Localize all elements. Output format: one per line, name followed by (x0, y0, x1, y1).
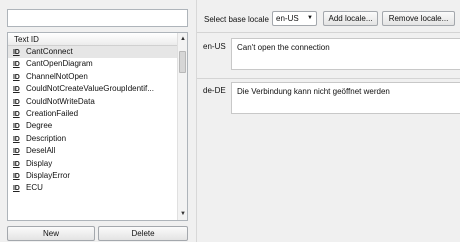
remove-locale-button[interactable]: Remove locale... (382, 11, 455, 26)
locale-code-de-de: de-DE (203, 86, 226, 95)
list-item-label: CreationFailed (26, 108, 79, 118)
list-item[interactable]: ID CouldNotCreateValueGroupIdentif... (8, 83, 178, 95)
list-item[interactable]: ID Degree (8, 120, 178, 132)
list-item-label: CouldNotWriteData (26, 96, 95, 106)
list-scrollbar[interactable]: ▲ ▼ (177, 33, 187, 220)
id-icon: ID (13, 49, 20, 56)
list-item-label: Display (26, 158, 53, 168)
list-item[interactable]: ID DeselAll (8, 145, 178, 157)
list-item-label: DeselAll (26, 146, 56, 156)
list-item-label: CantOpenDiagram (26, 59, 93, 69)
list-item-label: Degree (26, 121, 53, 131)
search-input[interactable] (7, 9, 188, 27)
list-item[interactable]: ID CantConnect (8, 46, 178, 59)
id-icon: ID (13, 86, 20, 94)
id-icon: ID (13, 110, 20, 118)
add-locale-button[interactable]: Add locale... (323, 11, 378, 26)
list-item-label: Description (26, 133, 67, 143)
list-item[interactable]: ID Description (8, 133, 178, 145)
text-id-list[interactable]: Text ID ID CantConnect ID CantOpenDiagram ID… (7, 32, 188, 221)
scroll-down-icon[interactable]: ▼ (178, 209, 187, 219)
new-button[interactable]: New (7, 226, 95, 241)
list-item-label: ChannelNotOpen (26, 71, 88, 81)
id-icon: ID (13, 73, 20, 81)
id-icon: ID (13, 61, 20, 69)
scroll-up-icon[interactable]: ▲ (178, 34, 187, 44)
base-locale-label: Select base locale (204, 15, 269, 24)
list-item[interactable]: ID CouldNotWriteData (8, 96, 178, 108)
base-locale-value: en-US (276, 14, 299, 23)
list-item-label: CouldNotCreateValueGroupIdentif... (26, 84, 154, 94)
id-icon: ID (13, 98, 20, 106)
id-icon: ID (13, 135, 20, 143)
list-item[interactable]: ID CantOpenDiagram (8, 58, 178, 70)
list-item[interactable]: ID DisplayError (8, 170, 178, 182)
base-locale-select[interactable]: en-US ▼ (272, 11, 317, 26)
id-icon: ID (13, 185, 20, 193)
locale-separator (197, 78, 460, 79)
toolbar-separator (197, 32, 460, 33)
list-item[interactable]: ID ECU (8, 182, 178, 194)
list-item-label: CantConnect (26, 47, 73, 56)
id-icon: ID (13, 123, 20, 131)
translation-field-de-de[interactable]: Die Verbindung kann nicht geöffnet werde… (231, 82, 460, 114)
list-item[interactable]: ID CreationFailed (8, 108, 178, 120)
id-icon: ID (13, 148, 20, 156)
list-item[interactable]: ID ChannelNotOpen (8, 71, 178, 83)
list-item-label: ECU (26, 183, 43, 193)
scroll-thumb[interactable] (179, 51, 186, 73)
id-icon: ID (13, 160, 20, 168)
translations-panel: Select base locale en-US ▼ Add locale...… (197, 0, 460, 242)
chevron-down-icon: ▼ (307, 15, 313, 21)
list-item[interactable]: ID Display (8, 158, 178, 170)
list-item-label: DisplayError (26, 170, 71, 180)
locale-code-en-us: en-US (203, 42, 226, 51)
text-id-panel: Text ID ID CantConnect ID CantOpenDiagram ID… (0, 0, 196, 242)
delete-button[interactable]: Delete (98, 226, 188, 241)
id-icon: ID (13, 172, 20, 180)
translation-field-en-us[interactable]: Can't open the connection (231, 38, 460, 70)
list-header-text-id[interactable]: Text ID (8, 33, 178, 46)
